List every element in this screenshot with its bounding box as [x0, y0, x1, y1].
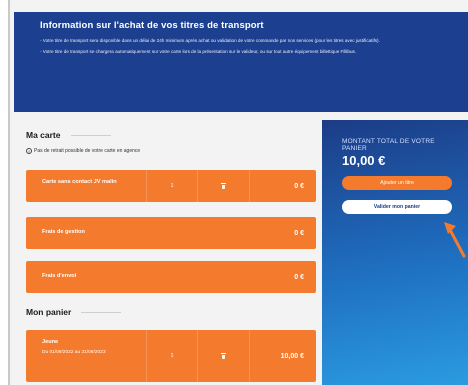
quantity-value[interactable]: 1: [146, 330, 198, 382]
delete-button[interactable]: [198, 170, 250, 202]
shipping-fee-row: Frais d'envoi 0 €: [26, 261, 316, 293]
title-rule: [81, 311, 122, 313]
agency-notice: ! Pas de retrait possible de votre carte…: [26, 148, 140, 154]
total-caption: MONTANT TOTAL DE VOTRE PANIER: [342, 138, 435, 152]
title-rule: [70, 134, 111, 136]
delete-button[interactable]: [198, 330, 250, 382]
validate-basket-button[interactable]: Valider mon panier: [342, 200, 452, 214]
shipping-label: Frais d'envoi: [42, 273, 77, 279]
total-amount: 10,00 €: [342, 153, 386, 168]
banner-line-1: - Votre titre de transport sera disponib…: [40, 38, 380, 43]
fee-price: 0 €: [294, 229, 304, 237]
card-item-row: Carte sans contact JV malin 1 0 €: [26, 170, 316, 202]
management-fee-row: Frais de gestion 0 €: [26, 217, 316, 249]
info-banner: Information sur l'achat de vos titres de…: [14, 12, 468, 112]
banner-title: Information sur l'achat de vos titres de…: [40, 20, 264, 31]
item-price: 10,00 €: [280, 352, 304, 360]
add-ticket-button[interactable]: Ajouter un titre: [342, 176, 452, 190]
info-icon: !: [26, 148, 32, 154]
basket-section-title: Mon panier: [26, 307, 122, 317]
card-section-title: Ma carte: [26, 130, 111, 140]
basket-item-row: Jeune Du 01/09/2022 au 31/08/2023 1 10,0…: [26, 330, 316, 382]
validity-period: Du 01/09/2022 au 31/08/2023: [42, 350, 106, 355]
trash-icon: [221, 183, 226, 189]
item-price: 0 €: [294, 182, 304, 190]
fee-label: Frais de gestion: [42, 229, 85, 235]
card-item-label: Carte sans contact JV malin: [42, 179, 117, 185]
banner-line-2: - Votre titre de transport se chargera a…: [40, 49, 357, 54]
pointer-arrow-icon: [444, 222, 466, 258]
trash-icon: [221, 353, 226, 359]
basket-item-label: Jeune Du 01/09/2022 au 31/08/2023: [42, 338, 126, 356]
shipping-price: 0 €: [294, 273, 304, 281]
basket-summary-panel: MONTANT TOTAL DE VOTRE PANIER 10,00 € Aj…: [322, 120, 468, 385]
quantity-value[interactable]: 1: [146, 170, 198, 202]
